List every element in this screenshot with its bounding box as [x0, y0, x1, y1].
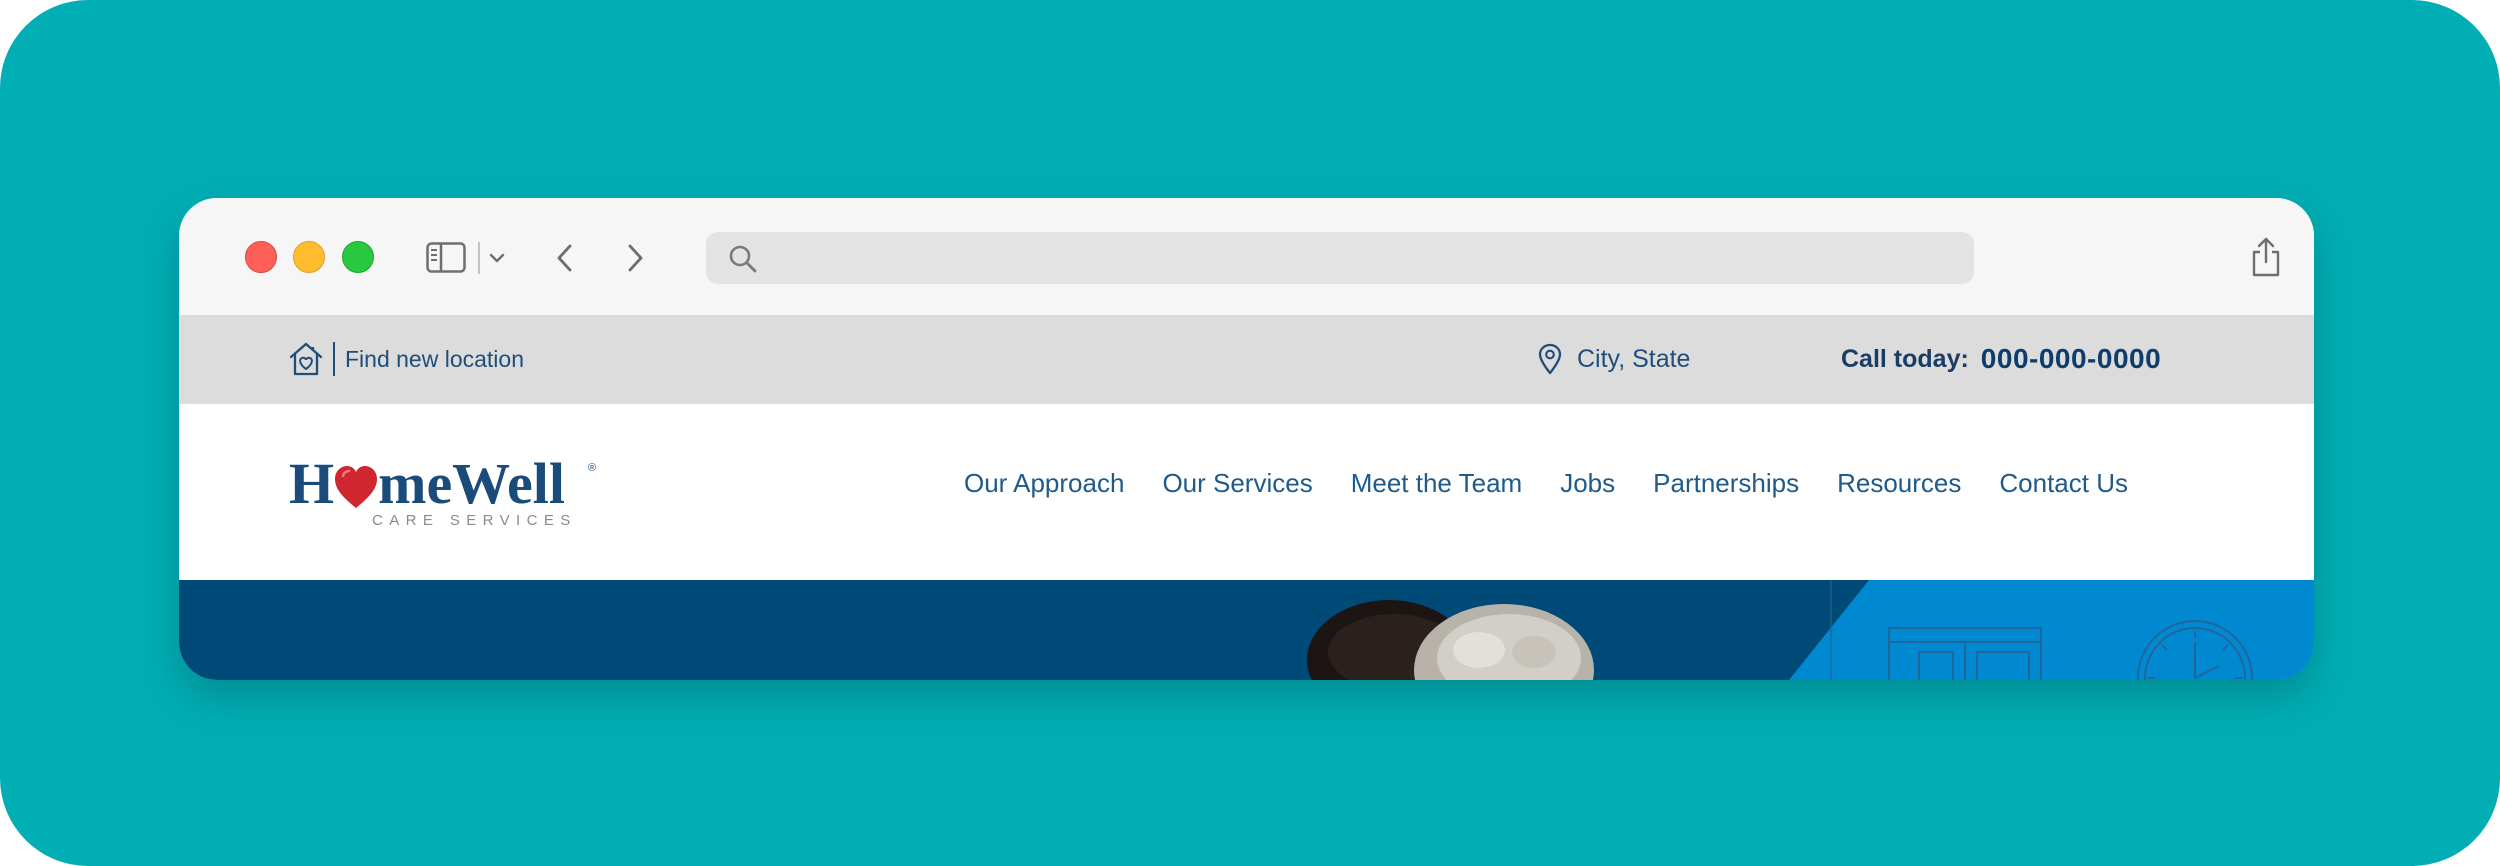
call-today-label: Call today:: [1841, 344, 1969, 373]
site-header: H meWell ® CARE SERVICES Our Approach Ou…: [179, 404, 2314, 580]
chevron-right-icon[interactable]: [625, 242, 645, 274]
heart-icon: [333, 462, 379, 514]
logo-tagline: CARE SERVICES: [372, 512, 577, 529]
map-pin-icon: [1538, 343, 1562, 375]
share-icon[interactable]: [2249, 236, 2283, 278]
call-today: Call today: 000-000-0000: [1841, 337, 2161, 381]
hero-people-photo: [1307, 600, 1594, 680]
find-location-link[interactable]: Find new location: [287, 337, 524, 381]
find-location-divider: [333, 342, 335, 376]
city-state-selector[interactable]: City, State: [1537, 337, 1690, 381]
minimize-window-button[interactable]: [293, 241, 325, 273]
city-state-label: City, State: [1577, 344, 1691, 373]
nav-our-services[interactable]: Our Services: [1162, 468, 1312, 499]
house-heart-icon: [289, 342, 323, 376]
main-nav: Our Approach Our Services Meet the Team …: [926, 468, 2128, 499]
find-location-label: Find new location: [345, 345, 524, 372]
address-input[interactable]: [772, 242, 1956, 276]
close-window-button[interactable]: [245, 241, 277, 273]
nav-meet-the-team[interactable]: Meet the Team: [1351, 468, 1523, 499]
toolbar-separator: [478, 242, 480, 274]
registered-mark: ®: [588, 462, 597, 474]
chevron-down-icon[interactable]: [488, 250, 506, 266]
sidebar-toggle-icon[interactable]: [426, 242, 468, 274]
hero-banner: [179, 580, 2314, 680]
logo-name-part1: H: [289, 451, 335, 516]
search-icon: [729, 245, 757, 273]
browser-toolbar: [179, 198, 2314, 315]
address-bar[interactable]: [706, 232, 1974, 284]
homewell-logo[interactable]: H meWell ® CARE SERVICES: [289, 454, 599, 534]
chevron-left-icon[interactable]: [555, 242, 575, 274]
phone-number-link[interactable]: 000-000-0000: [1981, 343, 2161, 375]
browser-window: Find new location City, State Call today…: [179, 198, 2314, 680]
hero-artwork: [1307, 580, 2314, 680]
utility-bar: Find new location City, State Call today…: [179, 315, 2314, 404]
nav-jobs[interactable]: Jobs: [1560, 468, 1615, 499]
hero-accent-panel: [1789, 580, 2314, 680]
backdrop: Find new location City, State Call today…: [0, 0, 2500, 866]
nav-resources[interactable]: Resources: [1837, 468, 1961, 499]
nav-partnerships[interactable]: Partnerships: [1653, 468, 1799, 499]
logo-wordmark: H meWell: [289, 454, 565, 514]
nav-our-approach[interactable]: Our Approach: [964, 468, 1124, 499]
zoom-window-button[interactable]: [342, 241, 374, 273]
nav-contact-us[interactable]: Contact Us: [1999, 468, 2128, 499]
logo-name-part2: meWell: [378, 451, 565, 516]
